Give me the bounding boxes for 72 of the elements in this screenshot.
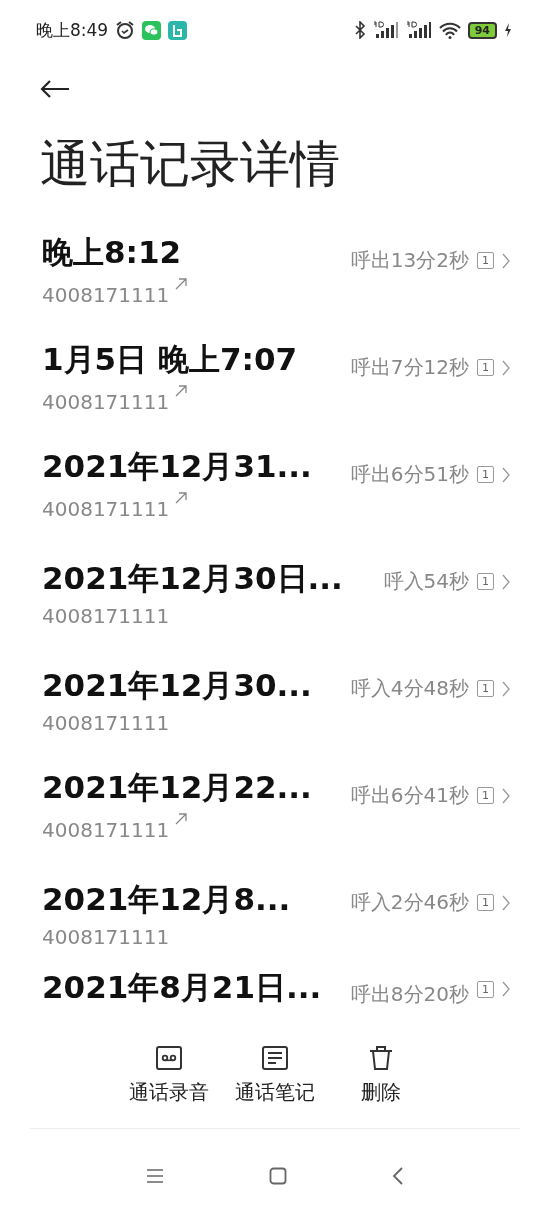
signal-icon	[405, 21, 432, 39]
cassette-icon	[155, 1045, 183, 1071]
action-button[interactable]: 通话笔记	[229, 1045, 321, 1106]
sim-badge: 1	[477, 573, 494, 590]
chevron-icon	[502, 981, 510, 997]
sim-badge: 1	[477, 252, 494, 269]
call-record[interactable]: 2021年12月31... 4008171111 呼出6分51秒 1	[0, 432, 550, 539]
call-duration: 呼入54秒	[383, 568, 469, 595]
battery-indicator: 94	[467, 21, 497, 39]
outgoing-arrow-icon	[175, 812, 188, 825]
call-record[interactable]: 2021年12月8... 4008171111 呼入2分46秒 1	[0, 860, 550, 967]
wifi-icon	[438, 21, 461, 39]
call-duration: 呼入4分48秒	[350, 675, 469, 702]
outgoing-arrow-icon	[175, 491, 188, 504]
chevron-icon	[502, 787, 510, 804]
action-button[interactable]: 删除	[335, 1045, 427, 1106]
phone-number: 4008171111	[42, 389, 170, 414]
chevron-icon	[502, 252, 510, 269]
call-time: 2021年12月30...	[42, 665, 313, 705]
sim-badge: 1	[477, 894, 494, 911]
bluetooth-icon	[353, 21, 366, 39]
phone-number: 4008171111	[42, 603, 170, 628]
status-time: 晚上8:49	[36, 18, 109, 42]
call-duration: 呼出8分20秒	[350, 981, 469, 1008]
chevron-icon	[502, 359, 510, 376]
call-time: 2021年12月31...	[42, 446, 313, 486]
chevron-icon	[502, 894, 510, 911]
sim-badge: 1	[477, 981, 494, 998]
phone-number: 4008171111	[42, 282, 170, 307]
phone-number: 4008171111	[42, 496, 170, 521]
menu-icon[interactable]	[146, 1168, 164, 1183]
call-record[interactable]: 2021年8月21日... 呼出8分20秒 1	[0, 967, 550, 1027]
sim-badge: 1	[477, 787, 494, 804]
sim-badge: 1	[477, 680, 494, 697]
back-arrow-icon[interactable]	[40, 79, 70, 99]
note-icon	[261, 1045, 289, 1071]
trash-icon	[367, 1045, 395, 1071]
call-time: 2021年12月22...	[42, 767, 313, 807]
page-title: 通话记录详情	[40, 134, 341, 195]
action-button[interactable]: 通话录音	[123, 1045, 215, 1106]
home-icon[interactable]	[269, 1166, 287, 1185]
charging-icon	[504, 23, 512, 37]
chevron-icon	[502, 466, 510, 483]
outgoing-arrow-icon	[175, 384, 188, 397]
call-time: 晚上8:12	[42, 232, 183, 272]
call-time: 2021年8月21日...	[42, 968, 323, 1007]
call-duration: 呼出13分2秒	[350, 247, 469, 274]
alarm-clock-icon	[115, 20, 136, 40]
call-duration: 呼入2分46秒	[350, 889, 469, 916]
sim-badge: 1	[477, 359, 494, 376]
back-icon[interactable]	[392, 1166, 404, 1185]
phone-number: 4008171111	[42, 924, 170, 949]
call-record[interactable]: 晚上8:12 4008171111 呼出13分2秒 1	[0, 218, 550, 325]
chevron-icon	[502, 573, 510, 590]
call-time: 2021年12月30日...	[42, 558, 344, 598]
call-time: 2021年12月8...	[42, 879, 292, 919]
call-time: 1月5日 晚上7:07	[42, 339, 299, 379]
call-record[interactable]: 2021年12月22... 4008171111 呼出6分41秒 1	[0, 753, 550, 860]
signal-icon	[372, 21, 399, 39]
chat-app-icon	[142, 20, 162, 40]
chevron-icon	[502, 680, 510, 697]
phone-number: 4008171111	[42, 710, 170, 735]
call-record[interactable]: 2021年12月30日... 4008171111 呼入54秒 1	[0, 539, 550, 646]
app-icon	[168, 20, 188, 40]
call-record[interactable]: 2021年12月30... 4008171111 呼入4分48秒 1	[0, 646, 550, 753]
call-record[interactable]: 1月5日 晚上7:07 4008171111 呼出7分12秒 1	[0, 325, 550, 432]
phone-number: 4008171111	[42, 817, 170, 842]
call-duration: 呼出6分51秒	[350, 461, 469, 488]
call-duration: 呼出7分12秒	[350, 354, 469, 381]
outgoing-arrow-icon	[175, 277, 188, 290]
sim-badge: 1	[477, 466, 494, 483]
call-duration: 呼出6分41秒	[350, 782, 469, 809]
